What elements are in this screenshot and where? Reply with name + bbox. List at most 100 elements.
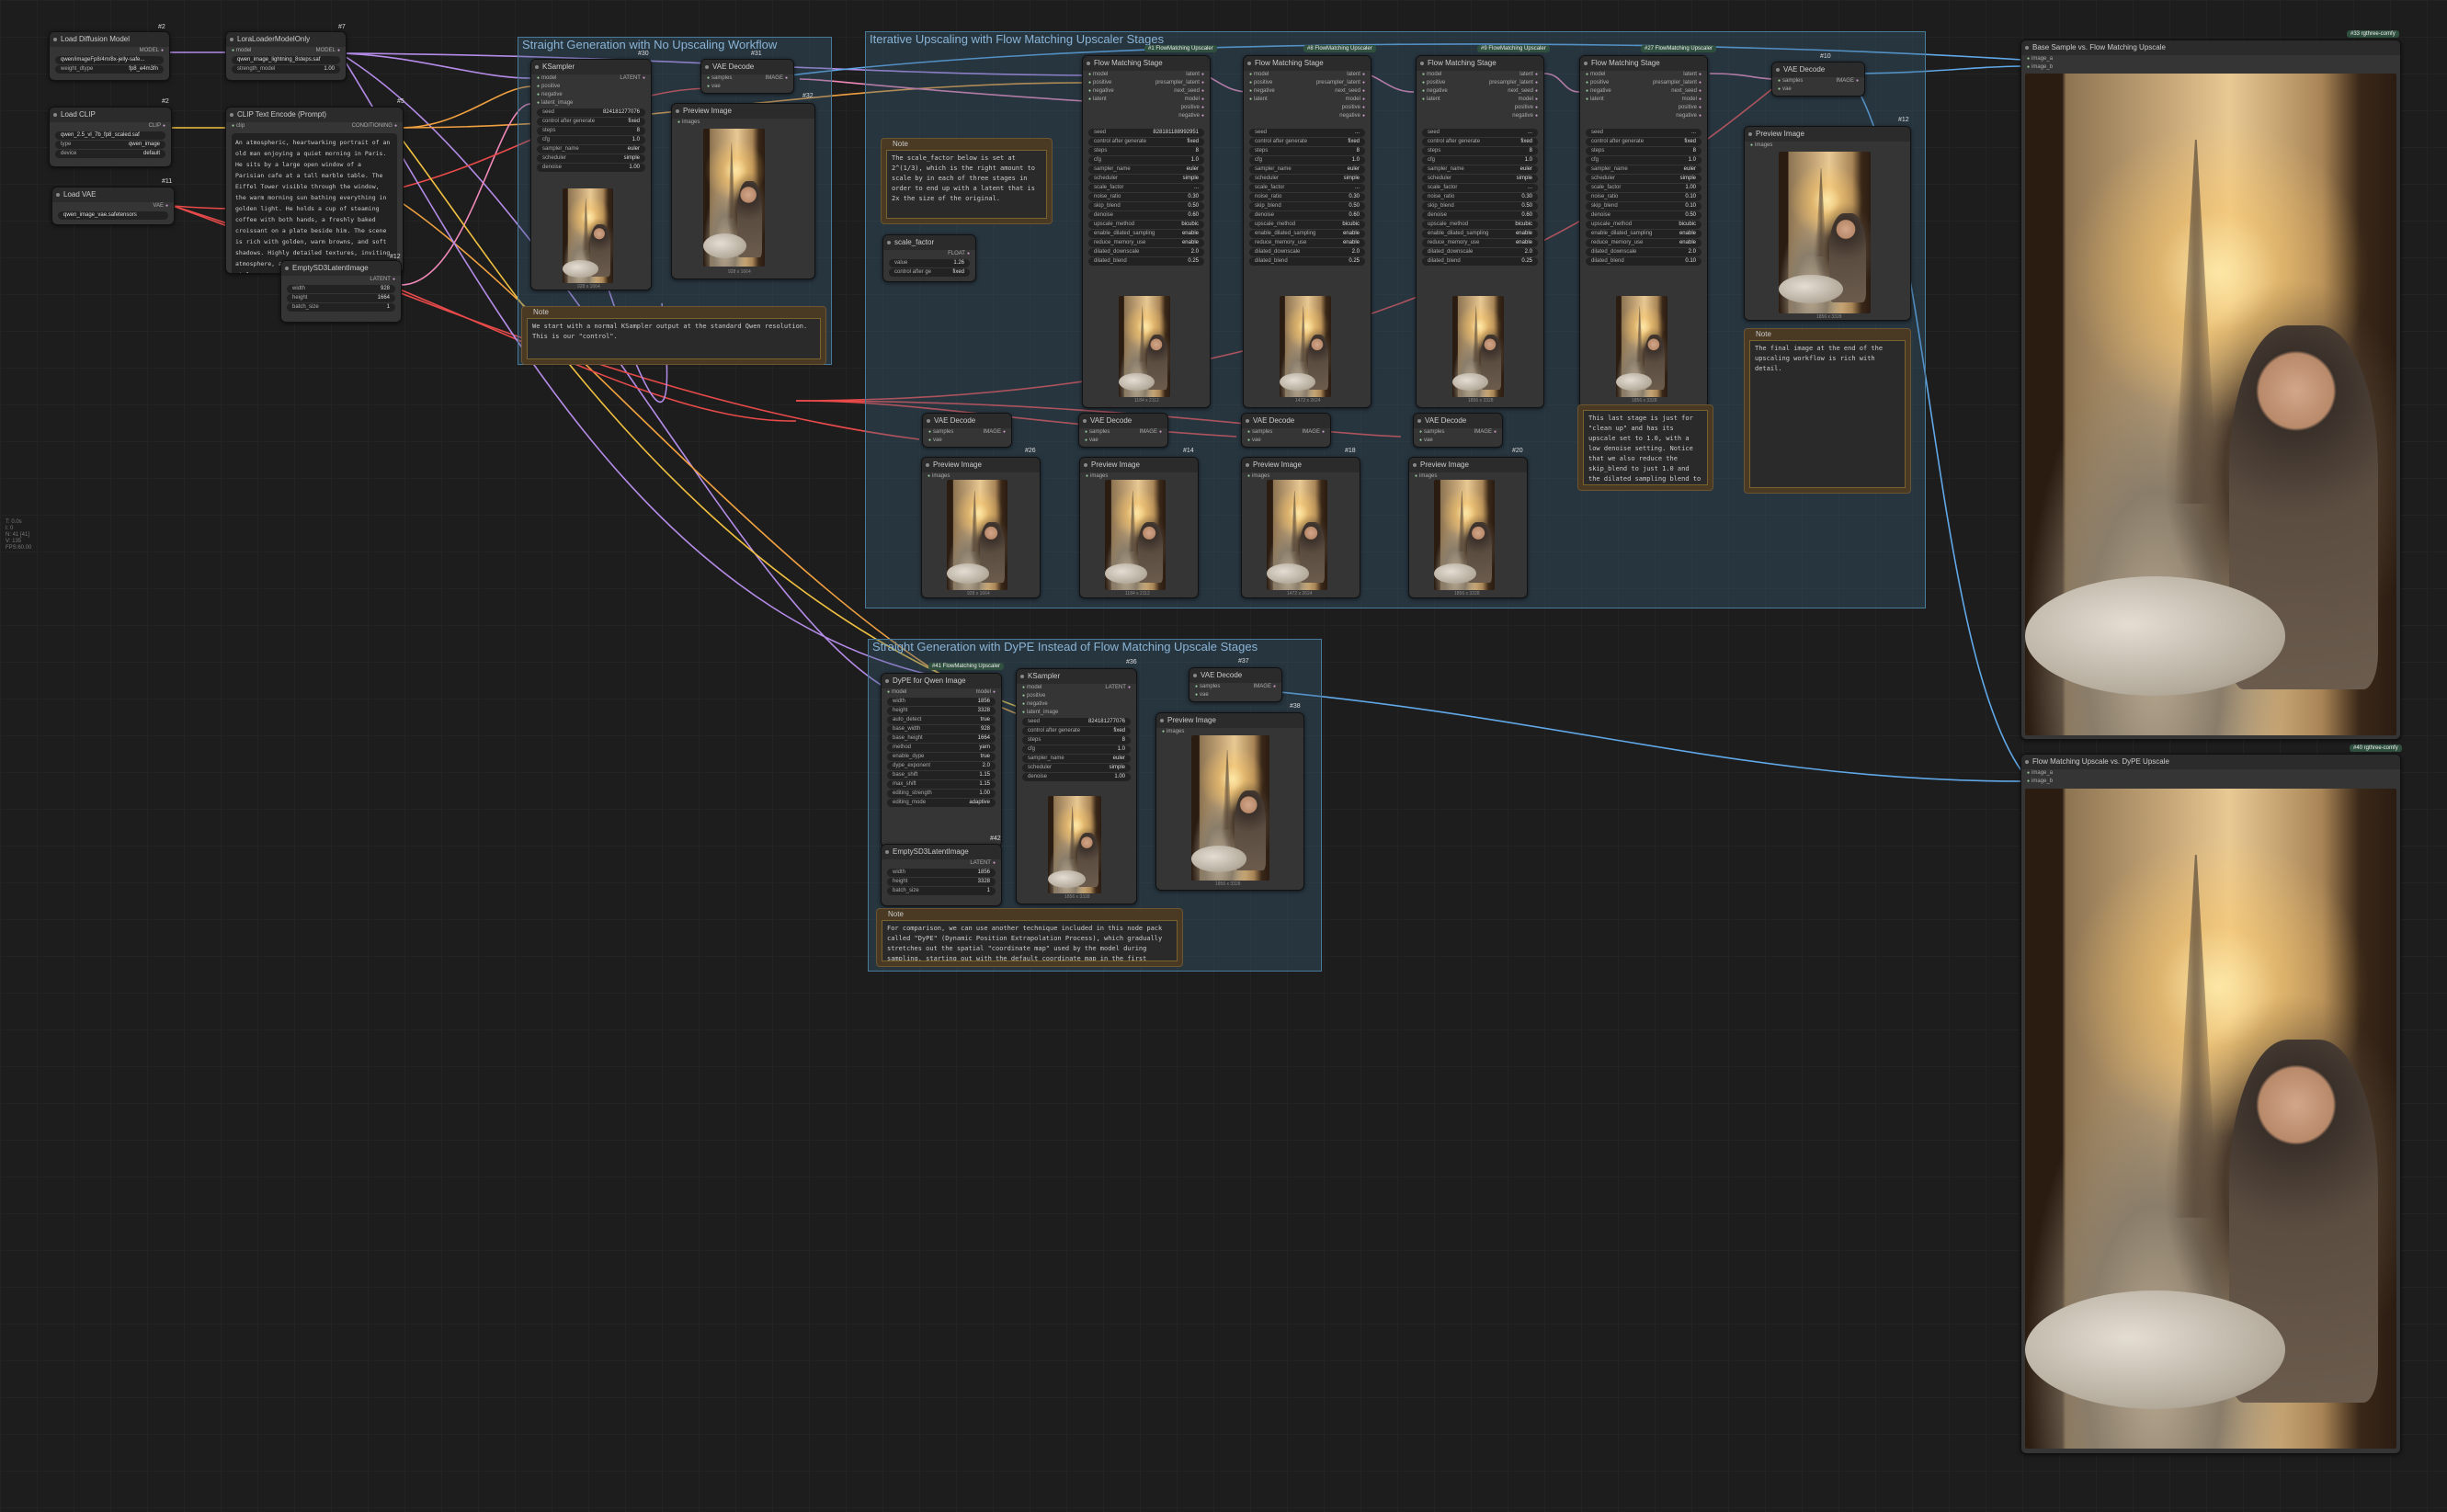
load-vae-node[interactable]: Load VAE VAE qwen_image_vae.safetensors: [51, 187, 175, 225]
note-final[interactable]: Note The final image at the end of the u…: [1744, 328, 1911, 494]
note-dype[interactable]: Note For comparison, we can use another …: [876, 908, 1183, 967]
scheduler-select[interactable]: scheduler simple: [537, 154, 645, 163]
lora-name-select[interactable]: qwen_image_lightning_8steps.saf: [232, 56, 340, 64]
output-slot[interactable]: next_seed: [1335, 87, 1365, 96]
steps-field[interactable]: steps 8: [1088, 147, 1204, 155]
input-slot[interactable]: latent: [1249, 96, 1268, 104]
preview-image[interactable]: [1267, 480, 1327, 590]
enable-dilated-sampling-field[interactable]: enable_dilated_sampling enable: [1422, 230, 1538, 238]
dilated-downscale-field[interactable]: dilated_downscale 2.0: [1249, 248, 1365, 256]
input-slot[interactable]: negative: [537, 91, 563, 99]
input-slot[interactable]: vae: [1085, 437, 1098, 445]
dilated-downscale-field[interactable]: dilated_downscale 2.0: [1088, 248, 1204, 256]
note-text[interactable]: We start with a normal KSampler output a…: [527, 318, 821, 359]
base-width-field[interactable]: base_width 928: [887, 725, 996, 733]
dilated-blend-field[interactable]: dilated_blend 0.10: [1586, 257, 1702, 266]
input-slot[interactable]: vae: [928, 437, 942, 445]
input-slot[interactable]: positive: [1422, 79, 1445, 87]
control-after-generate-field[interactable]: control after generate fixed: [1422, 138, 1538, 146]
unet-name-select[interactable]: qwen/imageFp8/4m/8x-jelly-safe...: [55, 56, 164, 64]
denoise-field[interactable]: denoise 0.60: [1422, 211, 1538, 220]
input-slot[interactable]: latent_image: [537, 99, 573, 108]
output-slot[interactable]: next_seed: [1508, 87, 1538, 96]
output-slot[interactable]: IMAGE: [1254, 683, 1276, 691]
input-slot[interactable]: vae: [1195, 691, 1209, 699]
input-slot[interactable]: negative: [1249, 87, 1275, 96]
preview-image[interactable]: [1779, 152, 1871, 313]
dilated-downscale-field[interactable]: dilated_downscale 2.0: [1422, 248, 1538, 256]
output-slot[interactable]: presampler_latent: [1653, 79, 1702, 87]
control-after-generate-field[interactable]: control after generate fixed: [1586, 138, 1702, 146]
noise-ratio-field[interactable]: noise_ratio 0.30: [1088, 193, 1204, 201]
output-slot[interactable]: next_seed: [1174, 87, 1204, 96]
max-shift-field[interactable]: max_shift 1.15: [887, 780, 996, 789]
cfg-field[interactable]: cfg 1.0: [1088, 156, 1204, 165]
output-slot[interactable]: LATENT: [1105, 684, 1131, 692]
vae-decode-node[interactable]: VAE Decode samples IMAGE vae: [700, 59, 794, 94]
reduce-memory-use-field[interactable]: reduce_memory_use enable: [1249, 239, 1365, 247]
base-shift-field[interactable]: base_shift 1.15: [887, 771, 996, 779]
input-slot[interactable]: images: [1750, 142, 1772, 150]
steps-field[interactable]: steps 8: [537, 127, 645, 135]
input-slot[interactable]: model: [1249, 71, 1269, 79]
output-slot[interactable]: positive: [1515, 104, 1538, 112]
preview-image[interactable]: [1105, 480, 1166, 590]
load-clip-node[interactable]: Load CLIP CLIP qwen_2.5_vl_7b_fp8_scaled…: [49, 107, 172, 167]
seed-field[interactable]: seed 828181188992951: [1088, 129, 1204, 137]
sampler-name-field[interactable]: sampler_name euler: [1022, 755, 1131, 763]
input-slot[interactable]: negative: [1022, 700, 1048, 709]
cfg-field[interactable]: cfg 1.0: [1422, 156, 1538, 165]
auto-detect-field[interactable]: auto_detect true: [887, 716, 996, 724]
input-slot[interactable]: images: [1162, 728, 1184, 736]
sampler-name-field[interactable]: sampler_name euler: [1249, 165, 1365, 174]
denoise-field[interactable]: denoise 0.60: [1088, 211, 1204, 220]
vae-decode-node[interactable]: VAE Decode samples IMAGE vae: [1413, 413, 1503, 448]
scheduler-field[interactable]: scheduler simple: [1249, 175, 1365, 183]
clip-name-select[interactable]: qwen_2.5_vl_7b_fp8_scaled.saf: [55, 131, 165, 140]
scale-factor-field[interactable]: scale_factor 1.00: [1586, 184, 1702, 192]
output-slot[interactable]: VAE: [153, 202, 168, 210]
steps-field[interactable]: steps 8: [1249, 147, 1365, 155]
batch-size-field[interactable]: batch_size 1: [887, 887, 996, 895]
input-slot[interactable]: samples: [1778, 77, 1803, 85]
input-slot[interactable]: samples: [1419, 428, 1444, 437]
device-select[interactable]: device default: [55, 150, 165, 158]
note-scale-factor[interactable]: Note The scale_factor below is set at 2^…: [881, 138, 1053, 224]
input-slot[interactable]: image_a: [2027, 55, 2053, 63]
preview-image[interactable]: [947, 480, 1007, 590]
preview-image[interactable]: [1434, 480, 1495, 590]
input-slot[interactable]: positive: [1249, 79, 1272, 87]
output-slot[interactable]: LATENT: [370, 276, 395, 284]
editing-strength-field[interactable]: editing_strength 1.00: [887, 790, 996, 798]
scheduler-field[interactable]: scheduler simple: [1088, 175, 1204, 183]
vae-decode-final-node[interactable]: VAE Decode samples IMAGE vae: [1771, 62, 1865, 97]
control-after-generate-select[interactable]: control after ge fixed: [889, 268, 970, 277]
output-slot[interactable]: IMAGE: [1837, 77, 1859, 85]
note-text[interactable]: For comparison, we can use another techn…: [882, 920, 1178, 961]
steps-field[interactable]: steps 8: [1422, 147, 1538, 155]
input-slot[interactable]: negative: [1586, 87, 1611, 96]
input-slot[interactable]: images: [677, 119, 700, 127]
width-field[interactable]: width 928: [287, 285, 395, 293]
output-slot[interactable]: latent: [1519, 71, 1538, 79]
preview-image[interactable]: [703, 129, 765, 267]
scale-factor-field[interactable]: scale_factor...: [1422, 184, 1538, 192]
input-slot[interactable]: model: [1586, 71, 1605, 79]
output-slot[interactable]: LATENT: [620, 74, 645, 83]
denoise-field[interactable]: denoise 0.50: [1586, 211, 1702, 220]
input-slot[interactable]: image_a: [2027, 769, 2053, 778]
input-slot[interactable]: model: [887, 688, 906, 697]
output-slot[interactable]: positive: [1342, 104, 1365, 112]
sampler-select[interactable]: sampler_name euler: [537, 145, 645, 153]
input-slot[interactable]: samples: [707, 74, 732, 83]
cfg-field[interactable]: cfg 1.0: [1022, 745, 1131, 754]
reduce-memory-use-field[interactable]: reduce_memory_use enable: [1422, 239, 1538, 247]
output-slot[interactable]: negative: [1676, 112, 1702, 120]
sampler-name-field[interactable]: sampler_name euler: [1586, 165, 1702, 174]
output-slot[interactable]: model: [1519, 96, 1538, 104]
reduce-memory-use-field[interactable]: reduce_memory_use enable: [1586, 239, 1702, 247]
steps-field[interactable]: steps 8: [1586, 147, 1702, 155]
output-slot[interactable]: latent: [1347, 71, 1365, 79]
input-slot[interactable]: samples: [928, 428, 953, 437]
compare-image[interactable]: [2025, 789, 2396, 1449]
